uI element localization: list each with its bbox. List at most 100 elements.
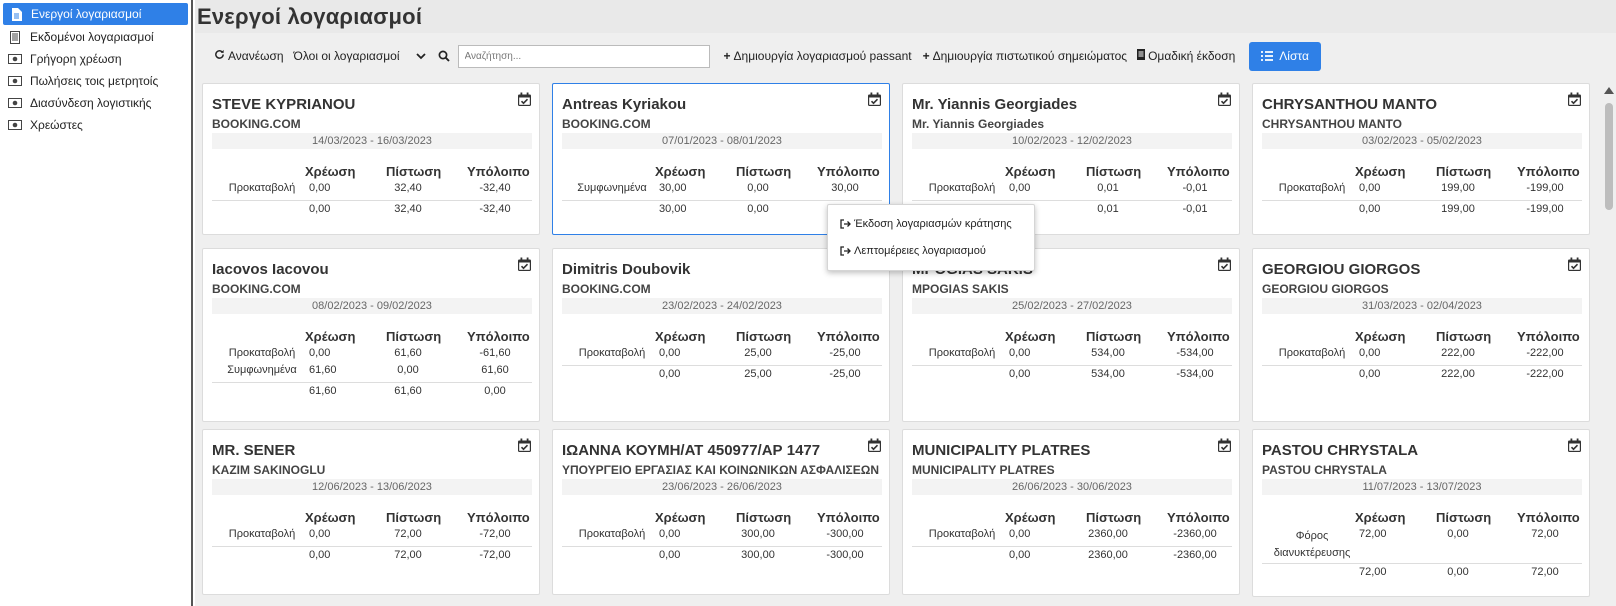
row-credit: 199,00 [1441,182,1475,194]
row-debit: 0,00 [1009,528,1031,540]
row-balance: -32,40 [479,182,511,194]
agent-name: KAZIM SAKINOGLU [212,463,326,477]
account-card[interactable]: MR. SENER KAZIM SAKINOGLU 12/06/2023 - 13/… [202,429,540,595]
issue-booking-accounts-menu-item[interactable]: Έκδοση λογαριασμών κράτησης [840,218,1012,230]
debit-header: Χρέωση [1005,510,1056,525]
guest-name: MUNICIPALITY PLATRES [912,442,1091,459]
account-card[interactable]: PASTOU CHRYSTALA PASTOU CHRYSTALA 11/07/20… [1252,429,1590,597]
account-card[interactable]: Iacovos Iacovou BOOKING.COM 08/02/2023 - 0… [202,248,540,422]
agent-name: Mr. Yiannis Georgiades [912,117,1045,131]
calendar-check-icon[interactable] [1567,438,1582,453]
total-debit: 0,00 [659,549,681,561]
row-credit: 0,01 [1097,182,1119,194]
refresh-button[interactable]: Ανανέωση [214,49,284,63]
balance-header: Υπόλοιπο [817,329,880,344]
calendar-check-icon[interactable] [1217,438,1232,453]
scroll-up-arrow-icon[interactable] [1604,87,1614,94]
row-credit: 534,00 [1091,347,1125,359]
calendar-check-icon[interactable] [517,257,532,272]
total-credit: 32,40 [394,203,422,215]
account-card[interactable]: STEVE KYPRIANOU BOOKING.COM 14/03/2023 - 1… [202,83,540,235]
totals-divider [212,200,532,201]
create-passant-button[interactable]: + Δημιουργία λογαριασμού passant [724,49,912,63]
sidebar-item-issued-accounts[interactable]: Εκδομένοι λογαριασμοί [0,26,191,48]
sidebar-item-active-accounts[interactable]: Ενεργοί λογαριασμοί [3,3,188,25]
total-credit: 0,00 [1447,566,1469,578]
guest-name: Mr. Yiannis Georgiades [912,96,1078,113]
row-credit: 222,00 [1441,347,1475,359]
account-card[interactable]: MUNICIPALITY PLATRES MUNICIPALITY PLATRES… [902,429,1240,595]
row-label: Συμφωνημένα [577,182,647,194]
chevron-down-icon [415,49,426,63]
credit-header: Πίστωση [736,510,792,525]
guest-name: Antreas Kyriakou [562,96,687,113]
row-balance: -0,01 [1182,182,1208,194]
total-balance: -2360,00 [1173,549,1217,561]
totals-divider [1262,563,1582,564]
credit-header: Πίστωση [736,329,792,344]
stay-dates: 11/07/2023 - 13/07/2023 [1262,479,1582,495]
sidebar-item-cash-sales[interactable]: Πωλήσεις τοις μετρητοίς [0,70,191,92]
refresh-icon [214,49,225,63]
sidebar: Ενεργοί λογαριασμοί Εκδομένοι λογαριασμο… [0,0,193,606]
total-balance: -199,00 [1526,203,1564,215]
calendar-check-icon[interactable] [1567,92,1582,107]
balance-header: Υπόλοιπο [1167,164,1230,179]
sidebar-item-accounting-link[interactable]: Διασύνδεση λογιστικής [0,92,191,114]
agent-name: BOOKING.COM [212,117,301,131]
agent-name: GEORGIOU GIORGOS [1262,282,1389,296]
list-view-label: Λίστα [1279,49,1309,63]
agent-name: MUNICIPALITY PLATRES [912,463,1055,477]
account-card[interactable]: Dimitris Doubovik BOOKING.COM 23/02/2023 -… [552,248,890,422]
sidebar-item-quick-charge[interactable]: Γρήγορη χρέωση [0,48,191,70]
search-icon[interactable] [438,50,452,62]
account-card[interactable]: ΙΩΑΝΝΑ ΚΟΥΜΗ/ΑΤ 450977/ΑΡ 1477 ΥΠΟΥΡΓΕΙΟ … [552,429,890,595]
create-passant-label: Δημιουργία λογαριασμού passant [733,49,912,63]
refresh-label: Ανανέωση [228,49,284,63]
row-credit: 25,00 [744,347,772,359]
row-balance: -25,00 [829,347,861,359]
calendar-check-icon[interactable] [517,438,532,453]
debit-header: Χρέωση [655,164,706,179]
calendar-check-icon[interactable] [1567,257,1582,272]
calendar-check-icon[interactable] [1217,92,1232,107]
create-credit-note-button[interactable]: + Δημιουργία πιστωτικού σημειώματος [923,49,1128,63]
title-bar: Ενεργοί λογαριασμοί [195,0,1616,33]
total-debit: 0,00 [1009,549,1031,561]
scroll-thumb[interactable] [1605,103,1613,210]
guest-name: MR. SENER [212,442,296,459]
guest-name: Iacovos Iacovou [212,261,329,278]
toolbar: Ανανέωση Όλοι οι λογαριασμοί + Δημιουργί… [195,40,1321,72]
account-details-menu-item[interactable]: Λεπτομέρειες λογαριασμού [840,245,986,257]
debit-header: Χρέωση [1355,164,1406,179]
row-label: Συμφωνημένα [227,364,297,376]
calendar-check-icon[interactable] [1217,257,1232,272]
sidebar-item-debtors[interactable]: Χρεώστες [0,114,191,136]
vertical-scrollbar[interactable] [1602,83,1616,606]
credit-header: Πίστωση [386,329,442,344]
total-balance: -32,40 [479,203,511,215]
bulk-issue-button[interactable]: Ομαδική έκδοση [1137,49,1235,63]
totals-divider [912,200,1232,201]
calendar-check-icon[interactable] [867,438,882,453]
calendar-check-icon[interactable] [517,92,532,107]
calendar-check-icon[interactable] [867,92,882,107]
account-filter-select[interactable]: Όλοι οι λογαριασμοί [294,49,426,63]
guest-name: Dimitris Doubovik [562,261,691,278]
row-debit: 0,00 [1009,182,1031,194]
total-balance: 72,00 [1531,566,1559,578]
total-credit: 222,00 [1441,368,1475,380]
account-card[interactable]: MPOGIAS SAKISMPOGIAS SAKIS25/02/2023 - 2… [902,248,1240,422]
credit-header: Πίστωση [1086,329,1142,344]
main-area: Ενεργοί λογαριασμοί Ανανέωση Όλοι οι λογ… [195,0,1616,606]
account-card[interactable]: GEORGIOU GIORGOS GEORGIOU GIORGOS 31/03/20… [1252,248,1590,422]
credit-header: Πίστωση [386,164,442,179]
total-balance: -0,01 [1182,203,1208,215]
search-input[interactable] [457,44,710,68]
list-view-button[interactable]: Λίστα [1249,41,1321,71]
total-credit: 534,00 [1091,368,1125,380]
row-credit: 2360,00 [1088,528,1128,540]
row-credit: 0,00 [747,182,769,194]
account-card[interactable]: CHRYSANTHOU MANTO CHRYSANTHOU MANTO 03/02/… [1252,83,1590,235]
totals-divider [562,200,882,201]
